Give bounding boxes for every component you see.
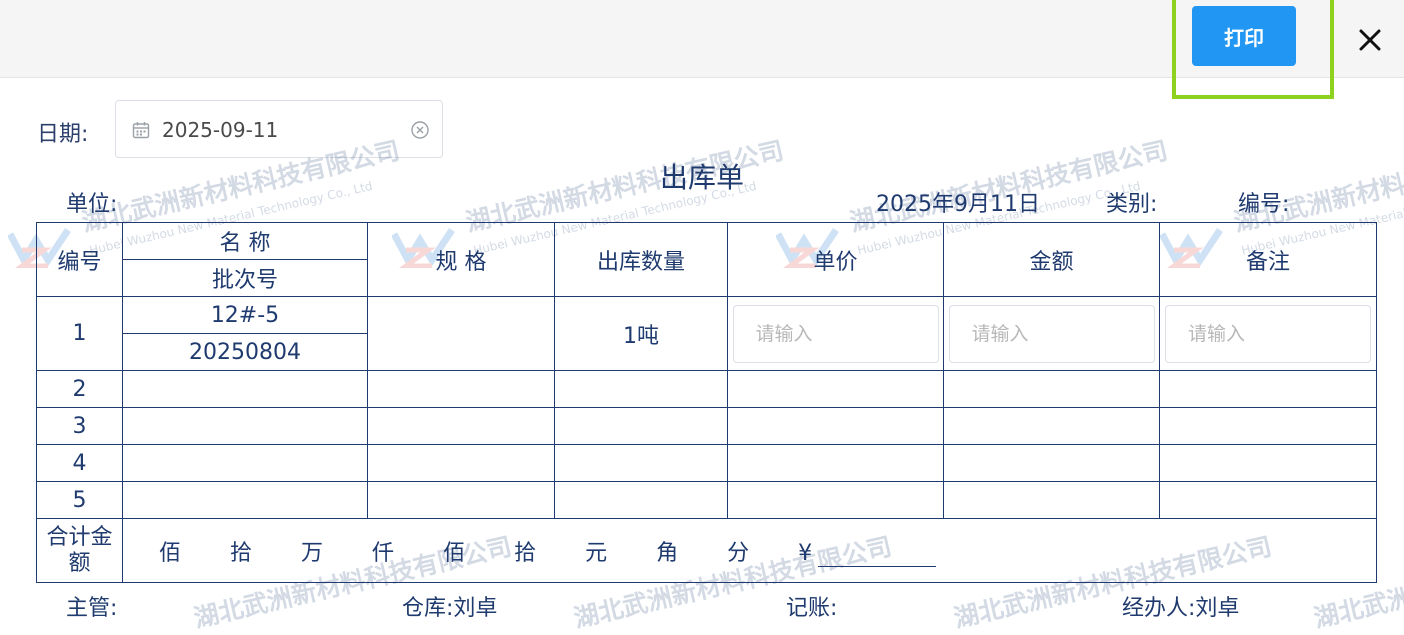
row-1-quantity: 1吨 (554, 296, 728, 371)
total-unit: 分 (727, 540, 750, 566)
bookkeeping-label: 记账: (786, 596, 838, 621)
unit-label: 单位: (66, 192, 118, 217)
table-row: 3 (36, 407, 1377, 445)
remark-input[interactable] (1165, 304, 1371, 363)
clear-icon[interactable] (410, 120, 430, 144)
total-unit: 佰 (159, 540, 182, 566)
form-date: 2025年9月11日 (876, 192, 1040, 217)
page-title: 出库单 (659, 161, 744, 194)
total-label: 合计金额 (36, 518, 123, 583)
header-spec: 规 格 (367, 222, 555, 297)
header-quantity: 出库数量 (554, 222, 728, 297)
header-name: 名 称 (122, 222, 368, 260)
total-unit: 拾 (514, 540, 537, 566)
date-picker[interactable]: 2025-09-11 (115, 100, 443, 158)
table-row: 5 (36, 481, 1377, 519)
header-number: 编号 (36, 222, 123, 297)
total-blank-line (818, 544, 937, 567)
handler-label: 经办人:刘卓 (1122, 596, 1240, 621)
total-unit: 仟 (372, 540, 395, 566)
total-unit: 万 (301, 540, 324, 566)
unit-price-input[interactable] (732, 304, 939, 363)
warehouse-label: 仓库:刘卓 (402, 596, 498, 621)
row-number: 4 (36, 444, 123, 482)
table-row: 4 (36, 444, 1377, 482)
print-button[interactable]: 打印 (1192, 6, 1296, 66)
yen-symbol: ¥ (798, 540, 813, 566)
row-number: 5 (36, 481, 123, 519)
supervisor-label: 主管: (66, 596, 118, 621)
row-1-price-cell (727, 296, 944, 371)
row-number: 2 (36, 370, 123, 408)
amount-input[interactable] (948, 304, 1155, 363)
row-1-name: 12#-5 (122, 296, 368, 334)
header-remark: 备注 (1159, 222, 1377, 297)
calendar-icon (132, 121, 150, 143)
date-label: 日期: (37, 122, 89, 147)
total-unit: 角 (656, 540, 679, 566)
header-batch: 批次号 (122, 259, 368, 297)
total-unit: 元 (585, 540, 608, 566)
total-unit: 拾 (230, 540, 253, 566)
category-label: 类别: (1106, 192, 1158, 217)
outbound-table: 编号 名 称 规 格 出库数量 单价 金额 备注 批次号 1 12#-5 1吨 … (36, 222, 1377, 583)
row-number: 3 (36, 407, 123, 445)
total-unit: 佰 (443, 540, 466, 566)
header-amount: 金额 (943, 222, 1160, 297)
serial-number-label: 编号: (1238, 192, 1290, 217)
row-1-spec (367, 296, 555, 371)
row-1-remark-cell (1159, 296, 1377, 371)
row-1-number: 1 (36, 296, 123, 371)
date-value: 2025-09-11 (162, 118, 279, 142)
header-unit-price: 单价 (727, 222, 944, 297)
row-1-batch: 20250804 (122, 333, 368, 371)
row-1-amount-cell (943, 296, 1160, 371)
table-row: 2 (36, 370, 1377, 408)
total-amount-words: 佰 拾 万 仟 佰 拾 元 角 分 ¥ (122, 518, 1377, 583)
close-icon[interactable] (1354, 24, 1386, 56)
